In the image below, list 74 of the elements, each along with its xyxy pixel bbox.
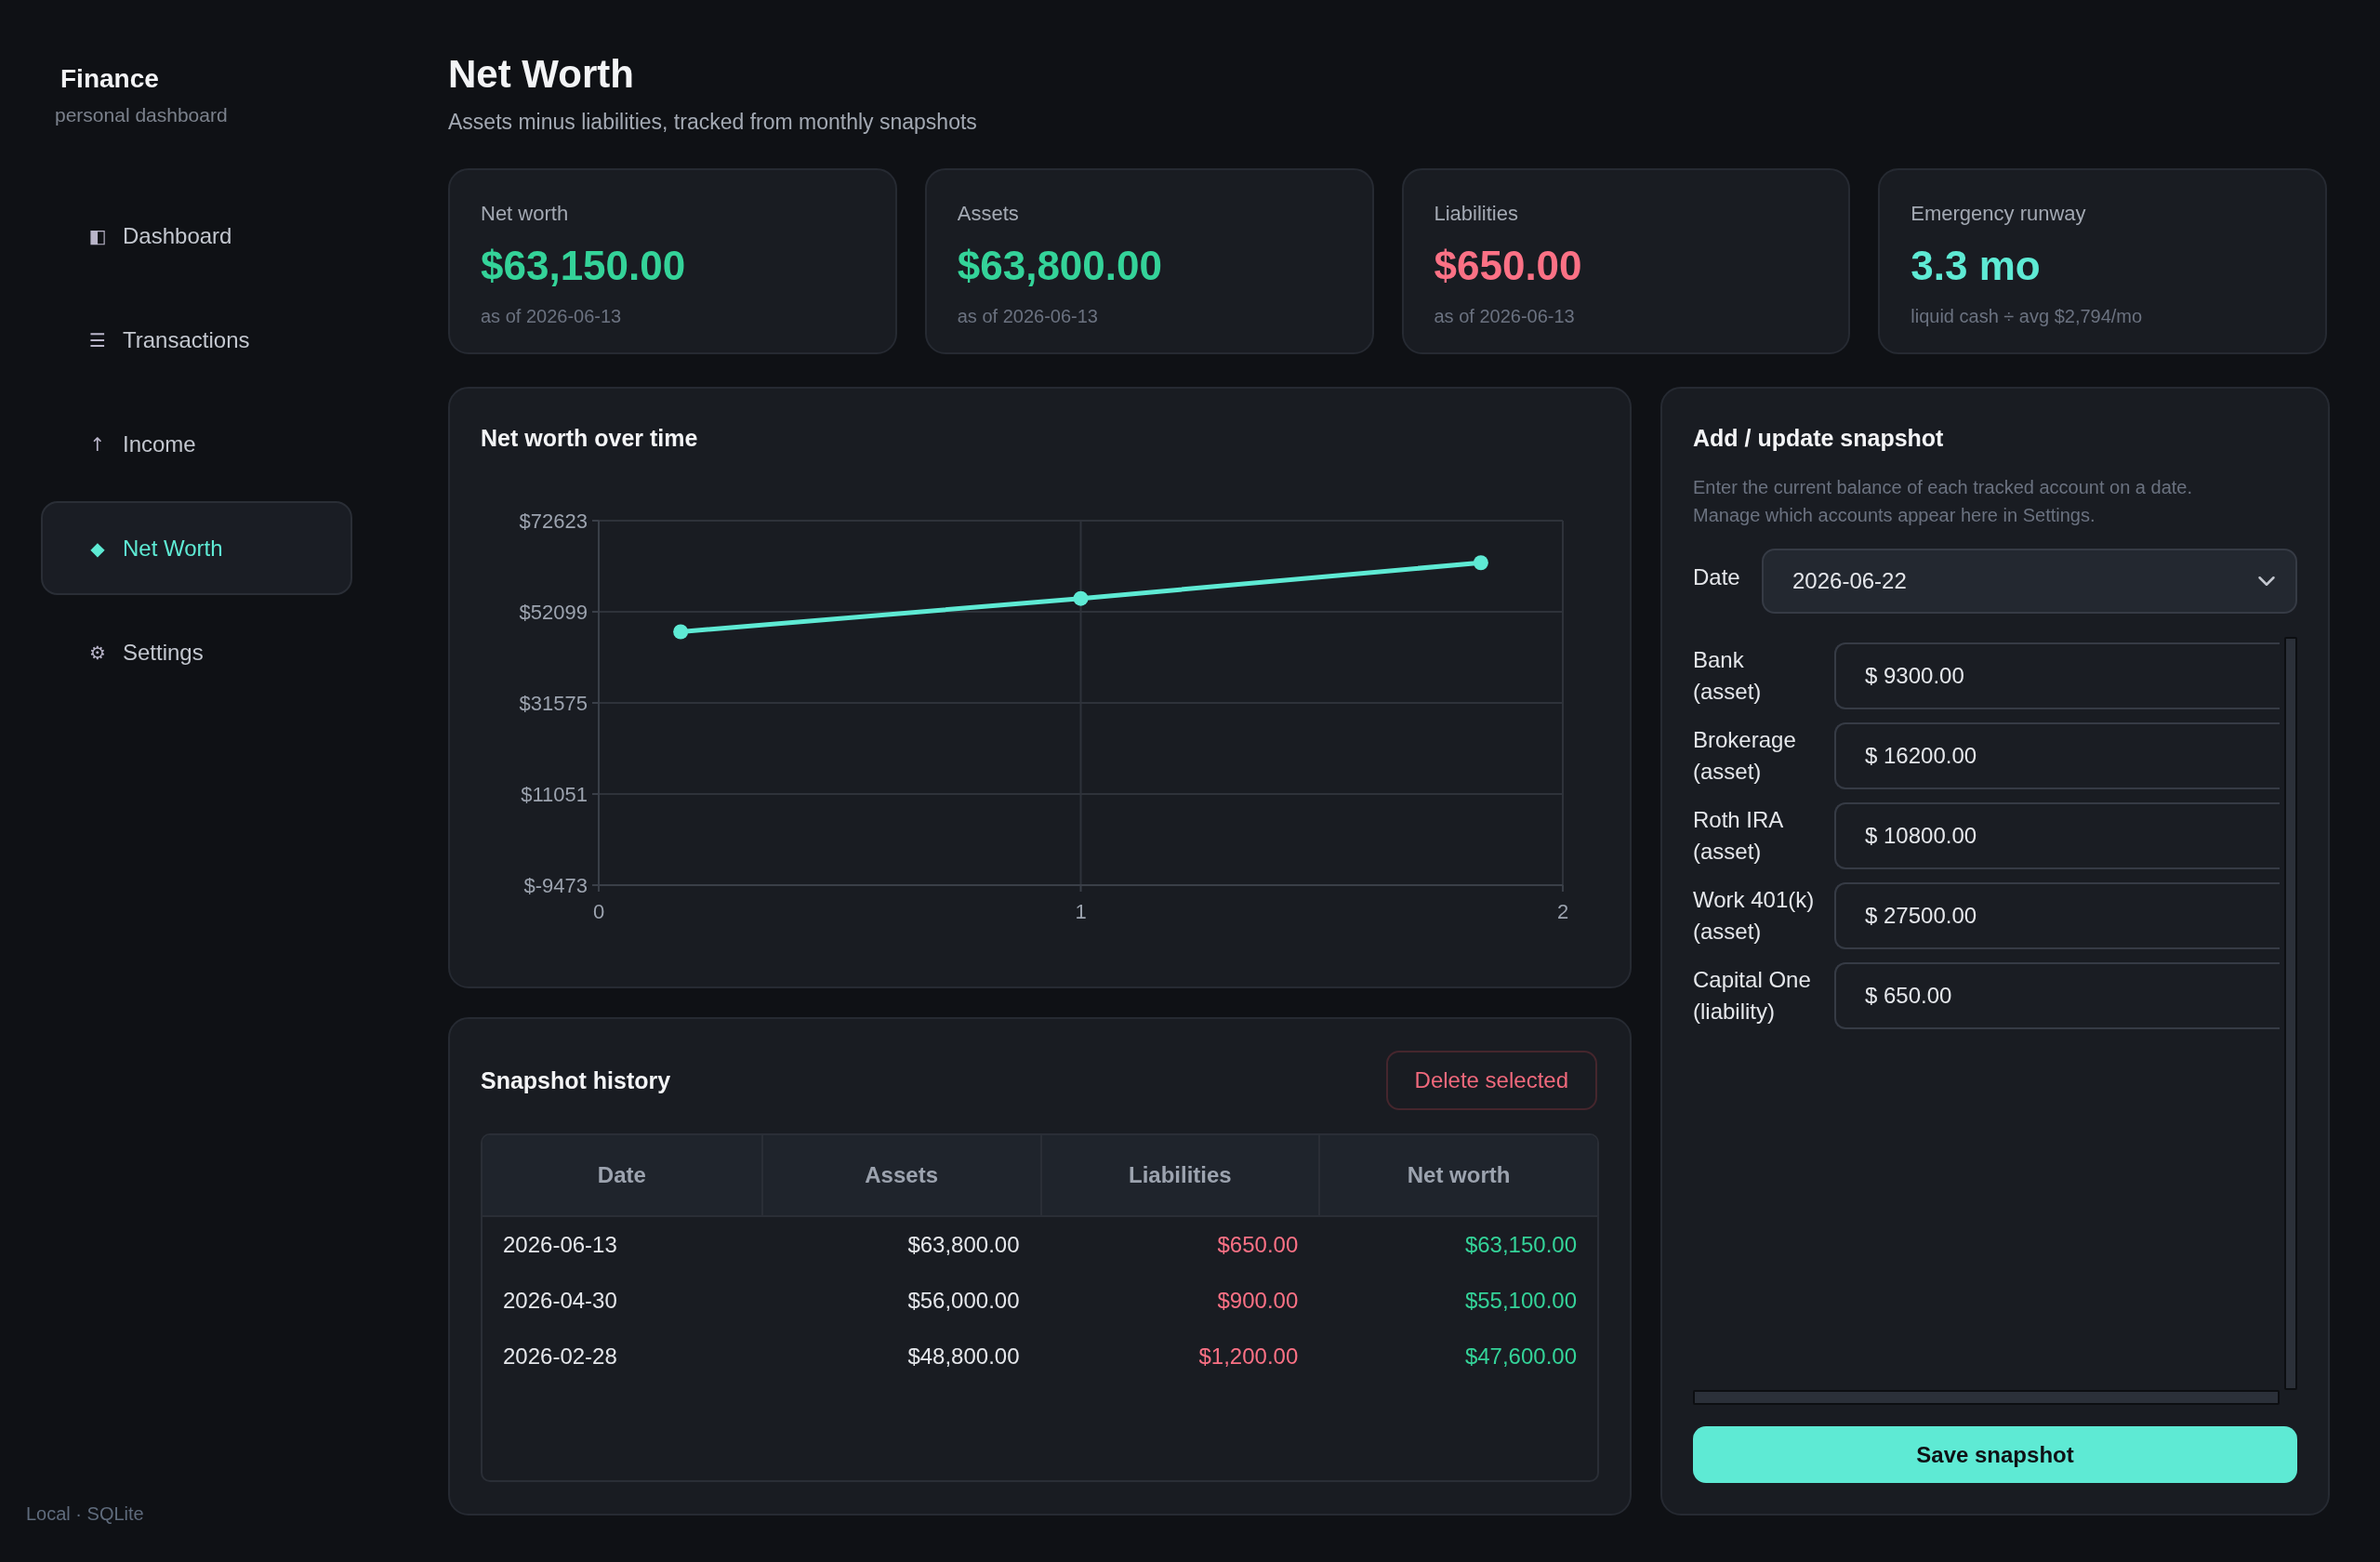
account-label: Work 401(k) (asset) — [1693, 886, 1816, 946]
page-title: Net Worth — [448, 51, 634, 98]
y-axis-label: $52099 — [519, 600, 588, 624]
stat-label: Assets — [957, 201, 1019, 226]
horizontal-scrollbar[interactable] — [1693, 1390, 2280, 1405]
half-square-icon: ◧ — [86, 224, 110, 247]
data-point — [1473, 555, 1488, 571]
account-label: Roth IRA (asset) — [1693, 806, 1785, 866]
form-description: Enter the current balance of each tracked account on a date. Manage which accounts appear here in Settings. — [1693, 476, 2193, 527]
y-axis-label: $-9473 — [523, 873, 588, 897]
nav-item[interactable]: ⚙ Settings — [41, 605, 352, 699]
column-header: Net worth — [1318, 1135, 1597, 1215]
table-cell-text: $55,100.00 — [1463, 1287, 1578, 1315]
stat-value: $63,800.00 — [957, 242, 1162, 290]
stat-value: 3.3 mo — [1911, 242, 2041, 290]
table-cell-text: $1,200.00 — [1197, 1343, 1300, 1370]
date-label: Date — [1693, 563, 1739, 591]
table-cell-text: $63,150.00 — [1463, 1231, 1578, 1259]
table-cell-text: $63,800.00 — [906, 1231, 1021, 1259]
nav-item[interactable]: ↑ Income — [41, 397, 352, 491]
brand-title: Finance — [60, 63, 159, 95]
card-title: Net worth over time — [481, 424, 698, 452]
vertical-scrollbar[interactable] — [2284, 637, 2297, 1390]
y-axis-label: $72623 — [519, 509, 588, 533]
x-axis-label: 0 — [592, 899, 605, 923]
amount-input[interactable]: $ 27500.00 — [1834, 882, 2280, 949]
table-cell-text: $48,800.00 — [906, 1343, 1021, 1370]
amount-input[interactable]: $ 650.00 — [1834, 962, 2280, 1029]
y-axis-label: $11051 — [521, 782, 588, 806]
table-cell-text: $900.00 — [1216, 1287, 1300, 1315]
amount-input[interactable]: $ 16200.00 — [1834, 722, 2280, 789]
arrow-up-icon: ↑ — [86, 432, 110, 456]
column-header: Assets — [760, 1135, 1040, 1215]
nav-item[interactable]: ☰ Transactions — [41, 293, 352, 387]
stat-value: $63,150.00 — [481, 242, 686, 290]
stat-label: Liabilities — [1434, 201, 1518, 226]
card-title: Add / update snapshot — [1693, 424, 1945, 452]
table-cell-text: $47,600.00 — [1463, 1343, 1578, 1370]
table-cell-text: $56,000.00 — [906, 1287, 1021, 1315]
data-point — [673, 624, 689, 640]
x-axis-label: 1 — [1075, 899, 1087, 923]
table-cell-text: 2026-06-13 — [502, 1231, 618, 1259]
y-axis-label: $31575 — [519, 691, 588, 715]
save-snapshot-button[interactable]: Save snapshot — [1693, 1426, 2297, 1483]
nav-item[interactable]: ◆ Net Worth — [41, 501, 352, 595]
diamond-icon: ◆ — [86, 536, 110, 560]
account-label: Bank (asset) — [1693, 646, 1763, 706]
amount-input[interactable]: $ 9300.00 — [1834, 642, 2280, 709]
account-label: Brokerage (asset) — [1693, 726, 1797, 786]
stat-note: as of 2026-06-13 — [957, 305, 1098, 327]
table-cell-text: 2026-02-28 — [502, 1343, 618, 1370]
stat-note: as of 2026-06-13 — [1434, 305, 1575, 327]
data-point — [1073, 590, 1089, 606]
table-cell-text: 2026-04-30 — [502, 1287, 618, 1315]
column-header: Date — [596, 1161, 647, 1189]
column-header: Liabilities — [1039, 1135, 1319, 1215]
stat-note: as of 2026-06-13 — [481, 305, 622, 327]
account-label: Capital One (liability) — [1693, 966, 1812, 1026]
stat-value: $650.00 — [1434, 242, 1582, 290]
delete-selected-button[interactable]: Delete selected — [1385, 1051, 1597, 1110]
amount-input[interactable]: $ 10800.00 — [1834, 802, 2280, 869]
date-select[interactable]: 2026-06-22 — [1762, 549, 2297, 614]
nav-item[interactable]: ◧ Dashboard — [41, 189, 352, 283]
lines-icon: ☰ — [86, 328, 110, 351]
page-subtitle: Assets minus liabilities, tracked from monthly snapshots — [448, 109, 977, 135]
gear-icon: ⚙ — [86, 641, 110, 664]
card-title: Snapshot history — [481, 1066, 671, 1094]
brand-subtitle: personal dashboard — [55, 103, 228, 127]
x-axis-label: 2 — [1556, 899, 1569, 923]
stat-note: liquid cash ÷ avg $2,794/mo — [1911, 305, 2143, 327]
table-cell-text: $650.00 — [1216, 1231, 1300, 1259]
stat-label: Emergency runway — [1911, 201, 2086, 226]
stat-label: Net worth — [481, 201, 569, 226]
footer-text: Local · SQLite — [26, 1503, 144, 1524]
